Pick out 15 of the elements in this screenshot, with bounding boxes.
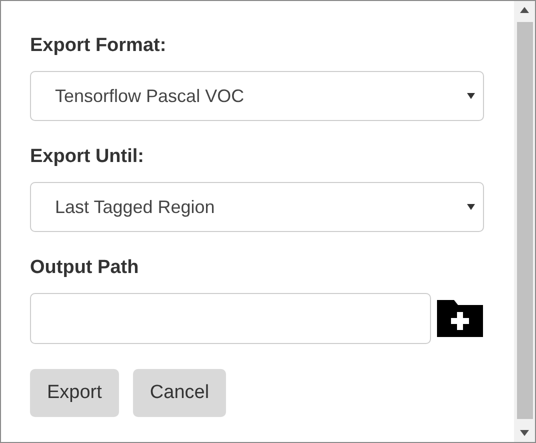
caret-icon	[467, 93, 475, 99]
field-label: Export Format:	[30, 34, 166, 58]
scroll-thumb[interactable]	[516, 22, 532, 419]
caret-icon	[467, 204, 475, 210]
scroll-up-icon[interactable]	[520, 7, 529, 13]
scroll-down-icon[interactable]	[520, 430, 529, 436]
path-field[interactable]	[30, 293, 431, 344]
scrollbar[interactable]	[514, 1, 535, 442]
folder-plus-icon[interactable]	[437, 300, 483, 337]
field-label: Output Path	[30, 256, 139, 280]
field-label: Export Until:	[30, 145, 144, 169]
action-button[interactable]: Export	[30, 369, 119, 417]
dropdown[interactable]: Last Tagged Region	[30, 182, 484, 232]
action-button[interactable]: Cancel	[132, 369, 226, 417]
dropdown[interactable]: Tensorflow Pascal VOC	[30, 71, 484, 121]
